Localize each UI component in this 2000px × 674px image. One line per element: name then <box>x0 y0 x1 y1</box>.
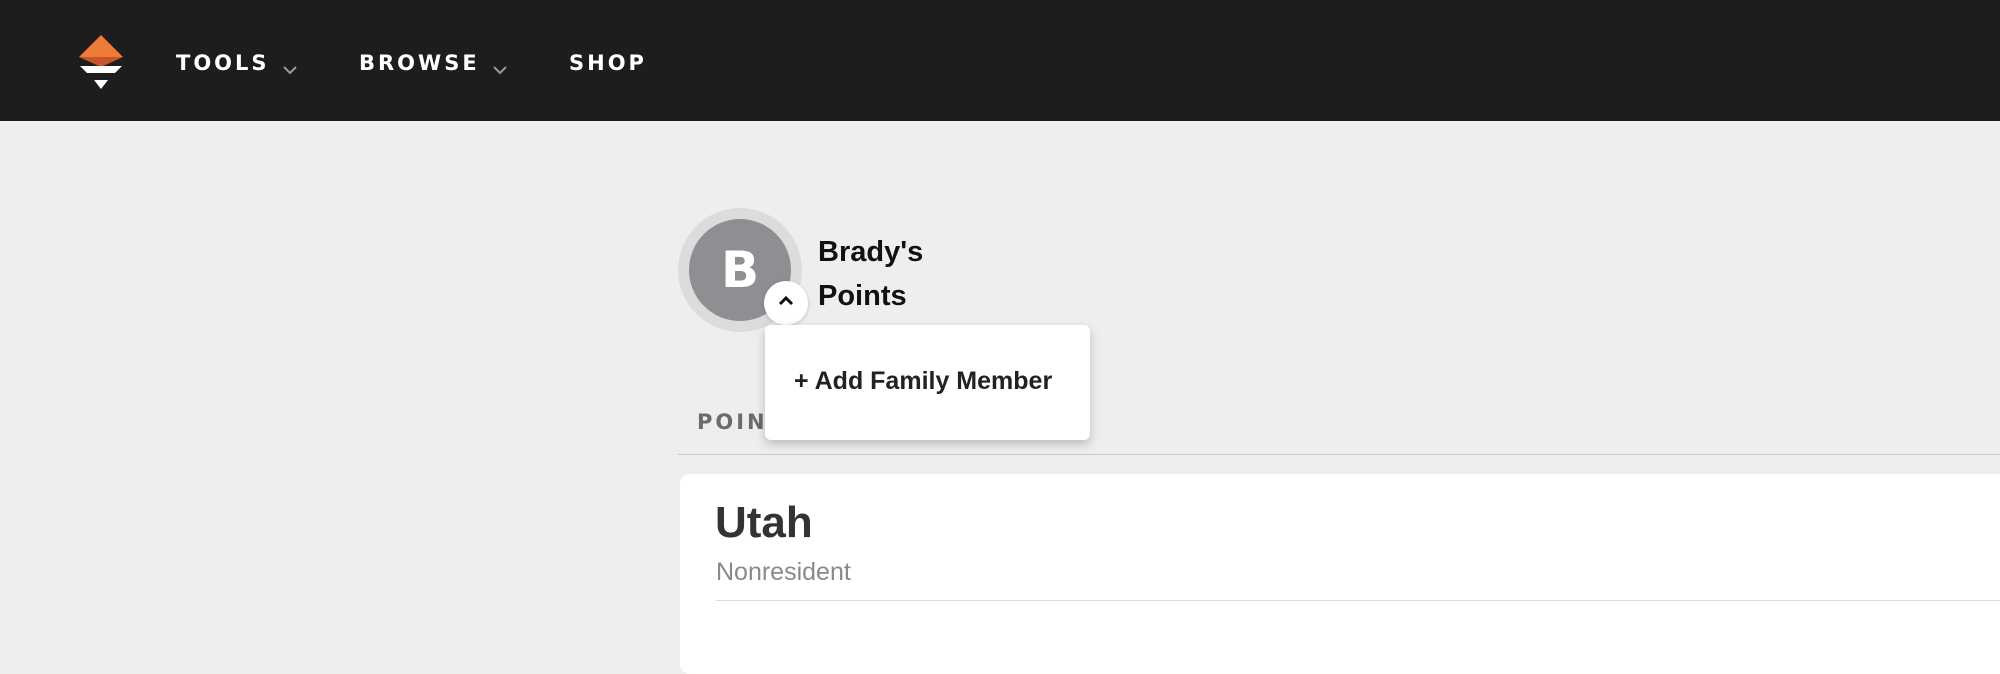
state-card: Utah Nonresident <box>680 474 2000 674</box>
avatar-initial: B <box>720 241 760 299</box>
state-name: Utah <box>715 498 813 547</box>
card-divider <box>716 600 2000 601</box>
nav-browse[interactable]: BROWSE <box>359 50 508 76</box>
profile-title-line1: Brady's <box>818 236 924 268</box>
chevron-down-icon <box>282 57 298 75</box>
family-member-dropdown: + Add Family Member <box>765 325 1090 440</box>
chevron-up-icon <box>777 294 795 312</box>
nav-tools-label: TOOLS <box>176 51 270 75</box>
profile-title: Brady's Points <box>818 230 998 318</box>
brand-logo-icon[interactable] <box>75 33 127 93</box>
nav-tools[interactable]: TOOLS <box>176 50 298 76</box>
profile-switcher-toggle[interactable] <box>764 281 808 325</box>
nav-shop[interactable]: SHOP <box>569 50 647 76</box>
residency-status: Nonresident <box>716 558 851 586</box>
tabs-divider <box>678 454 2000 455</box>
profile-title-line2: Points <box>818 280 907 312</box>
add-family-member-button[interactable]: + Add Family Member <box>794 367 1052 396</box>
nav-browse-label: BROWSE <box>359 51 480 75</box>
top-navigation: TOOLS BROWSE SHOP <box>0 0 2000 121</box>
chevron-down-icon <box>492 57 508 75</box>
nav-shop-label: SHOP <box>569 51 647 75</box>
